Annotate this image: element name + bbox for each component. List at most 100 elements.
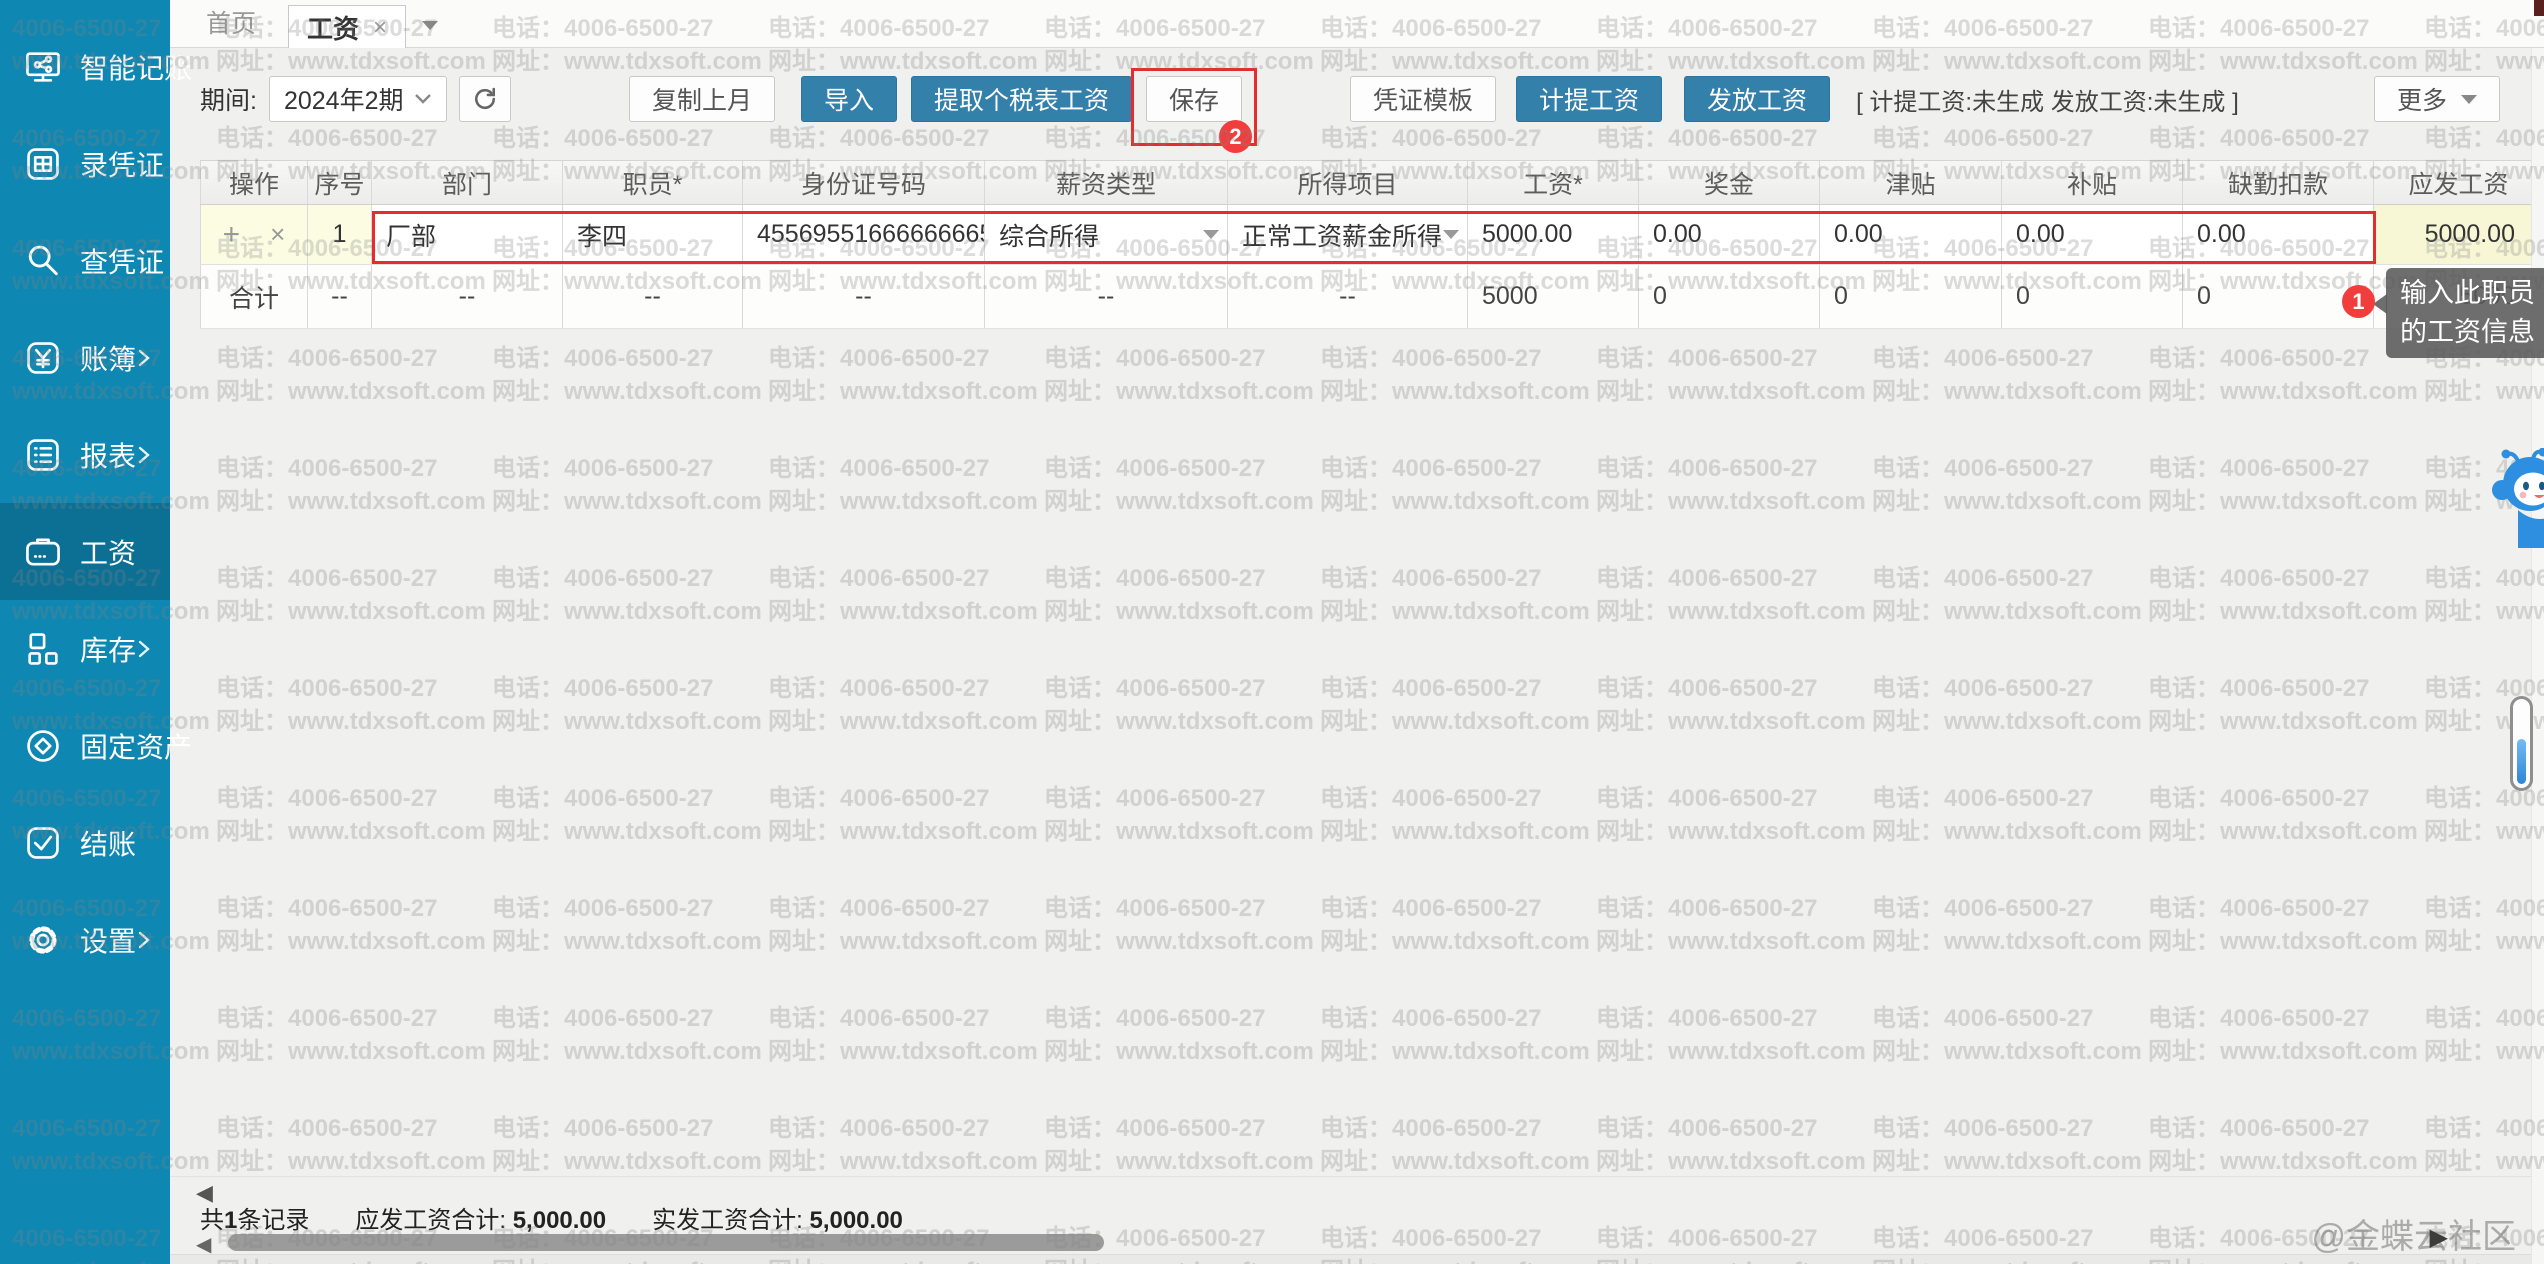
sidebar-item-settings[interactable]: 设置 [0, 891, 170, 988]
search-voucher-icon [22, 240, 64, 282]
import-button[interactable]: 导入 [801, 76, 897, 122]
tab-salary-label: 工资 [307, 9, 359, 46]
inventory-blocks-icon [22, 628, 64, 670]
fixed-assets-icon [22, 725, 64, 767]
sidebar-item-label: 工资 [80, 532, 136, 572]
row-payable-cell: 5000.00 [2374, 205, 2544, 264]
total-cell: 0 [1820, 265, 2002, 328]
save-button-wrapper: 保存 2 [1146, 76, 1242, 122]
row-dropdown-cell[interactable]: 正常工资薪金所得 [1228, 205, 1468, 264]
report-icon [22, 434, 64, 476]
column-header: 部门 [372, 161, 563, 204]
column-header: 身份证号码 [743, 161, 985, 204]
row-input-cell[interactable]: 0.00 [2183, 205, 2374, 264]
sidebar-item-label: 固定资产 [80, 726, 192, 766]
chevron-down-icon[interactable] [1203, 230, 1219, 247]
table-header-row: 操作序号部门职员*身份证号码薪资类型所得项目工资*奖金津贴补贴缺勤扣款应发工资 [200, 160, 2544, 205]
record-voucher-icon [22, 143, 64, 185]
sidebar-item-reports[interactable]: 报表 [0, 406, 170, 503]
sidebar-item-record-voucher[interactable]: 录凭证 [0, 115, 170, 212]
period-select-value: 2024年2期 [284, 81, 404, 117]
delete-row-icon[interactable]: × [270, 219, 285, 250]
more-button[interactable]: 更多 [2374, 76, 2500, 122]
salary-page: 期间: 2024年2期 复制上月 导入 提取个税表工资 保存 2 [170, 48, 2544, 1264]
row-dropdown-cell[interactable]: 综合所得 [985, 205, 1228, 264]
chevron-right-icon [136, 638, 152, 660]
column-header: 所得项目 [1228, 161, 1468, 204]
row-input-cell[interactable]: 0.00 [1820, 205, 2002, 264]
sidebar-item-label: 设置 [80, 920, 136, 960]
sidebar: 智能记账 录凭证 查凭证 [0, 0, 170, 1264]
vertical-scrollbar-track[interactable] [2531, 48, 2544, 1264]
sidebar-item-label: 结账 [80, 823, 136, 863]
save-button[interactable]: 保存 [1146, 76, 1242, 122]
sidebar-item-check-voucher[interactable]: 查凭证 [0, 212, 170, 309]
total-cell: 合计 [200, 265, 308, 328]
chevron-down-icon[interactable] [1443, 230, 1459, 247]
chevron-down-icon [422, 21, 438, 38]
payable-total: 应发工资合计: 5,000.00 [355, 1200, 606, 1235]
period-select[interactable]: 2024年2期 [269, 76, 447, 122]
accrue-salary-button[interactable]: 计提工资 [1516, 76, 1662, 122]
hscroll-left-arrow-icon[interactable]: ◀ [196, 1232, 211, 1257]
salary-card-icon [22, 531, 64, 573]
vertical-scroll-indicator[interactable] [2510, 696, 2533, 791]
status-bar: 共1条记录 应发工资合计: 5,000.00 实发工资合计: 5,000.00 [200, 1200, 903, 1235]
total-cell: -- [985, 265, 1228, 328]
row-input-cell[interactable]: 0.00 [2002, 205, 2183, 264]
sidebar-item-smart-bookkeeping[interactable]: 智能记账 [0, 18, 170, 115]
assistant-mascot[interactable] [2488, 448, 2544, 553]
sidebar-item-label: 账簿 [80, 338, 136, 378]
tab-salary[interactable]: 工资 × [288, 5, 406, 49]
chevron-down-icon [2461, 95, 2477, 112]
tab-list-dropdown[interactable] [422, 17, 438, 34]
tab-bar: 首页 工资 × [170, 0, 2544, 48]
total-cell: 0 [2002, 265, 2183, 328]
close-tab-icon[interactable]: × [373, 16, 387, 40]
total-cell: -- [308, 265, 372, 328]
sidebar-item-fixed-assets[interactable]: 固定资产 [0, 697, 170, 794]
row-input-cell[interactable]: 5000.00 [1468, 205, 1639, 264]
copy-last-month-button[interactable]: 复制上月 [629, 76, 775, 122]
step-2-badge: 2 [1219, 120, 1252, 153]
bottom-strip [170, 1254, 2544, 1264]
row-cell: 1 [308, 205, 372, 264]
column-header: 缺勤扣款 [2183, 161, 2374, 204]
sidebar-item-salary[interactable]: 工资 [0, 503, 170, 600]
sidebar-item-label: 录凭证 [80, 144, 164, 184]
sidebar-item-closing[interactable]: 结账 [0, 794, 170, 891]
column-header: 工资* [1468, 161, 1639, 204]
ledger-icon [22, 337, 64, 379]
chevron-right-icon [136, 347, 152, 369]
main-area: 首页 工资 × 期间: 2024年2期 [170, 0, 2544, 1264]
row-input-cell[interactable]: 0.00 [1639, 205, 1820, 264]
extract-tax-salary-button[interactable]: 提取个税表工资 [911, 76, 1132, 122]
sidebar-item-inventory[interactable]: 库存 [0, 600, 170, 697]
salary-row: +×1厂部李四455695516666666654综合所得正常工资薪金所得500… [200, 205, 2544, 265]
column-header: 应发工资 [2374, 161, 2544, 204]
generation-status: [ 计提工资:未生成 发放工资:未生成 ] [1856, 82, 2239, 117]
sidebar-item-ledger[interactable]: 账簿 [0, 309, 170, 406]
more-button-label: 更多 [2397, 81, 2447, 117]
window-edge-artifact [2534, 0, 2544, 16]
refresh-button[interactable] [459, 76, 511, 122]
voucher-template-button[interactable]: 凭证模板 [1350, 76, 1496, 122]
row-input-cell[interactable]: 厂部 [372, 205, 563, 264]
divider [170, 1176, 2544, 1177]
add-row-icon[interactable]: + [223, 218, 241, 252]
step-1-badge: 1 [2342, 285, 2375, 318]
sidebar-item-label: 智能记账 [80, 47, 192, 87]
sidebar-item-label: 报表 [80, 435, 136, 475]
tab-home[interactable]: 首页 [206, 0, 256, 48]
pay-salary-button[interactable]: 发放工资 [1684, 76, 1830, 122]
total-cell: 5000 [1468, 265, 1639, 328]
refresh-icon [471, 85, 499, 113]
column-header: 序号 [308, 161, 372, 204]
horizontal-scrollbar-thumb[interactable] [228, 1234, 1104, 1251]
row-input-cell[interactable]: 李四 [563, 205, 743, 264]
app-window: 智能记账 录凭证 查凭证 [0, 0, 2544, 1264]
chevron-down-icon [414, 93, 432, 105]
sidebar-item-label: 库存 [80, 629, 136, 669]
total-cell: -- [1228, 265, 1468, 328]
row-input-cell[interactable]: 455695516666666654 [743, 205, 985, 264]
